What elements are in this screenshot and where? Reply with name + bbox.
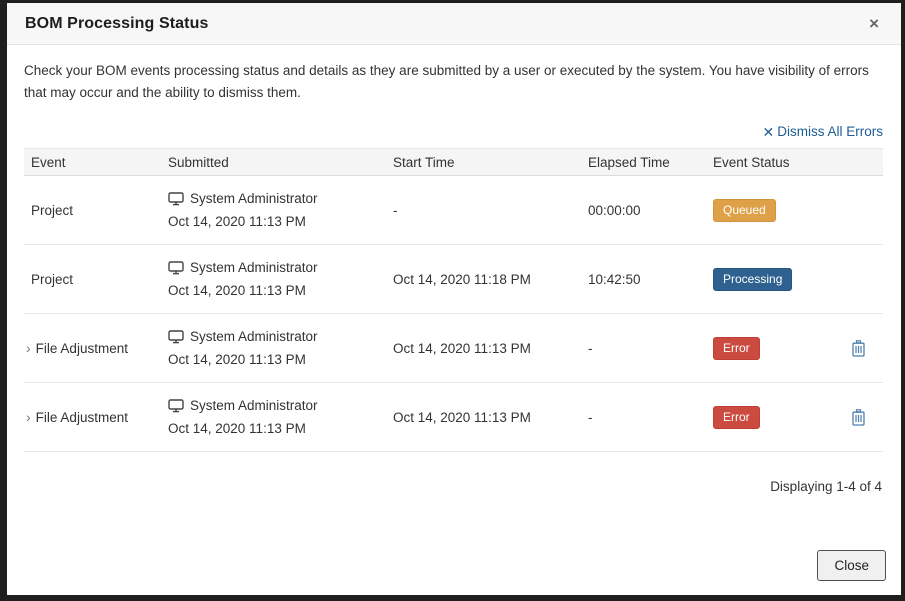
monitor-icon [168,399,184,413]
event-name: Project [31,203,73,218]
elapsed-time: - [588,410,713,425]
column-header-event: Event [24,155,168,170]
table-header-row: Event Submitted Start Time Elapsed Time … [24,148,883,176]
dismiss-x-icon: ✕ [763,125,775,139]
column-header-event-status: Event Status [713,155,833,170]
trash-icon[interactable] [851,340,866,357]
submitted-at: Oct 14, 2020 11:13 PM [168,283,385,298]
table-row: › File Adjustment System Administrator O… [24,383,883,452]
close-icon[interactable]: × [865,13,883,34]
dismiss-row: ✕ Dismiss All Errors [24,124,883,139]
monitor-icon [168,330,184,344]
pagination-status: Displaying 1-4 of 4 [24,479,883,494]
submitted-by: System Administrator [190,191,318,206]
column-header-submitted: Submitted [168,155,393,170]
submitted-at: Oct 14, 2020 11:13 PM [168,421,385,436]
events-table: Event Submitted Start Time Elapsed Time … [24,148,883,452]
start-time: Oct 14, 2020 11:13 PM [393,341,588,356]
modal-body: Check your BOM events processing status … [7,45,901,595]
start-time: Oct 14, 2020 11:18 PM [393,272,588,287]
start-time: - [393,203,588,218]
table-row: Project System Administrator Oct 14, 202… [24,245,883,314]
dismiss-all-errors-label: Dismiss All Errors [777,124,883,139]
monitor-icon [168,192,184,206]
event-name: Project [31,272,73,287]
trash-icon[interactable] [851,409,866,426]
status-badge: Error [713,337,760,360]
monitor-icon [168,261,184,275]
column-header-start-time: Start Time [393,155,588,170]
expand-chevron-icon[interactable]: › [26,341,31,355]
expand-chevron-icon[interactable]: › [26,410,31,424]
event-name: File Adjustment [36,341,128,356]
event-name: File Adjustment [36,410,128,425]
elapsed-time: - [588,341,713,356]
submitted-by: System Administrator [190,260,318,275]
table-row: › File Adjustment System Administrator O… [24,314,883,383]
status-badge: Queued [713,199,776,222]
status-badge: Processing [713,268,792,291]
status-badge: Error [713,406,760,429]
column-header-elapsed-time: Elapsed Time [588,155,713,170]
close-button[interactable]: Close [817,550,886,581]
dismiss-all-errors-link[interactable]: ✕ Dismiss All Errors [763,124,884,139]
elapsed-time: 10:42:50 [588,272,713,287]
modal-header: BOM Processing Status × [7,3,901,45]
table-row: Project System Administrator Oct 14, 202… [24,176,883,245]
description-text: Check your BOM events processing status … [24,60,883,103]
submitted-by: System Administrator [190,398,318,413]
start-time: Oct 14, 2020 11:13 PM [393,410,588,425]
bom-processing-status-modal: BOM Processing Status × Check your BOM e… [7,3,901,595]
submitted-at: Oct 14, 2020 11:13 PM [168,214,385,229]
modal-title: BOM Processing Status [25,15,208,33]
submitted-at: Oct 14, 2020 11:13 PM [168,352,385,367]
submitted-by: System Administrator [190,329,318,344]
elapsed-time: 00:00:00 [588,203,713,218]
